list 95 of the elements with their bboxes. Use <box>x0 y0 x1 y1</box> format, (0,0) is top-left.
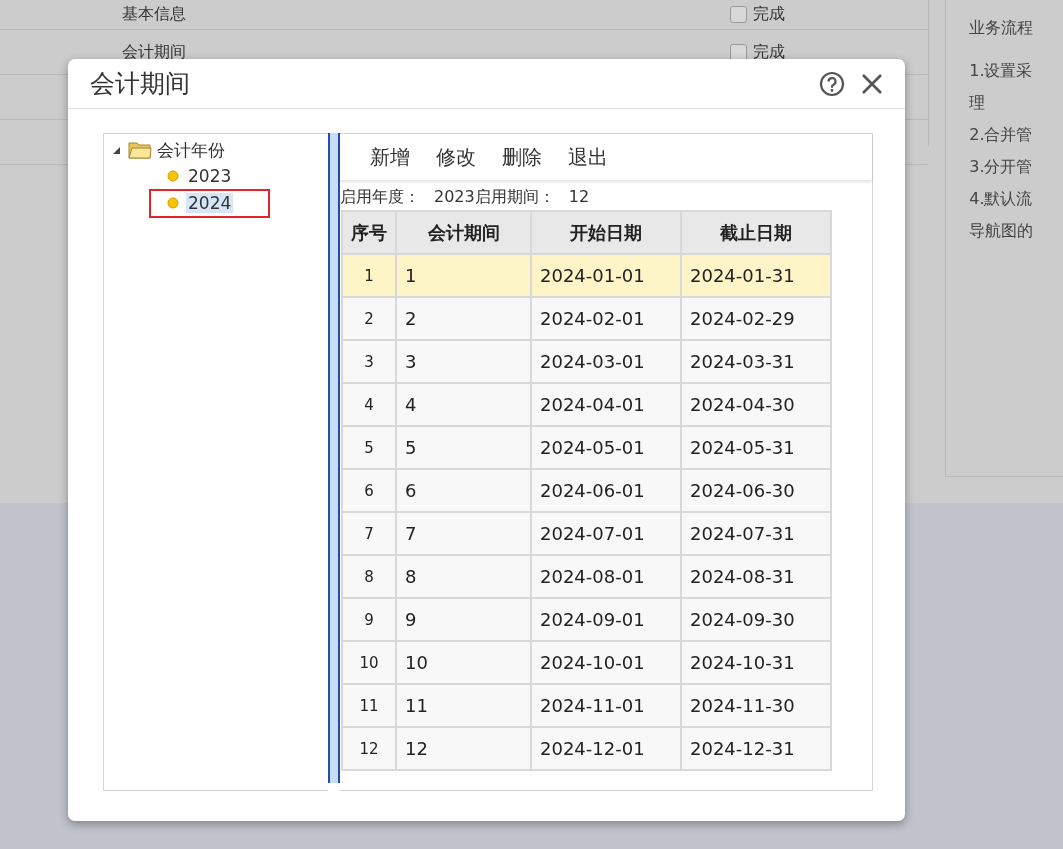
table-cell: 5 <box>342 426 396 469</box>
table-cell: 6 <box>396 469 531 512</box>
table-cell: 2024-03-01 <box>531 340 681 383</box>
table-cell: 2024-04-30 <box>681 383 831 426</box>
tree-item[interactable]: 2024 <box>186 192 234 213</box>
checkbox[interactable] <box>730 6 747 23</box>
toolbar-button[interactable]: 退出 <box>558 141 618 173</box>
table-cell: 7 <box>396 512 531 555</box>
table-cell: 2024-01-31 <box>681 254 831 297</box>
table-cell: 9 <box>342 598 396 641</box>
table-cell: 3 <box>342 340 396 383</box>
folder-icon <box>128 140 152 160</box>
leaf-dot-icon <box>167 169 179 182</box>
table-cell: 2024-10-01 <box>531 641 681 684</box>
table-row[interactable]: 1 1 2024-01-01 2024-01-31 <box>342 254 831 297</box>
close-icon[interactable] <box>861 72 883 95</box>
table-cell: 2024-06-01 <box>531 469 681 512</box>
table-row[interactable]: 8 8 2024-08-01 2024-08-31 <box>342 555 831 598</box>
table-row[interactable]: 11 11 2024-11-01 2024-11-30 <box>342 684 831 727</box>
table-cell: 2024-03-31 <box>681 340 831 383</box>
table-cell: 2024-05-01 <box>531 426 681 469</box>
table-cell: 2024-07-01 <box>531 512 681 555</box>
dialog-title: 会计期间 <box>90 68 191 100</box>
column-header: 会计期间 <box>396 211 531 254</box>
tree-item[interactable]: 会计年份 <box>157 138 225 162</box>
table-cell: 2024-08-01 <box>531 555 681 598</box>
table-cell: 2024-08-31 <box>681 555 831 598</box>
table-cell: 2024-06-30 <box>681 469 831 512</box>
checkbox-label: 完成 <box>753 41 785 63</box>
table-row[interactable]: 6 6 2024-06-01 2024-06-30 <box>342 469 831 512</box>
toolbar-button[interactable]: 删除 <box>492 141 552 173</box>
side-panel-text: 导航图的 <box>969 220 1035 242</box>
table-cell: 10 <box>342 641 396 684</box>
tree-item[interactable]: 2023 <box>186 165 234 186</box>
table-cell: 2024-11-30 <box>681 684 831 727</box>
expander-icon[interactable] <box>112 145 121 155</box>
toolbar-button[interactable]: 新增 <box>360 141 420 173</box>
table-cell: 1 <box>342 254 396 297</box>
table-cell: 1 <box>396 254 531 297</box>
side-panel-text: 3.分开管 <box>969 156 1034 178</box>
leaf-dot-icon <box>167 196 179 209</box>
table-cell: 4 <box>396 383 531 426</box>
table-cell: 2 <box>342 297 396 340</box>
table-cell: 2024-02-01 <box>531 297 681 340</box>
table-cell: 5 <box>396 426 531 469</box>
table-cell: 9 <box>396 598 531 641</box>
table-cell: 2024-10-31 <box>681 641 831 684</box>
table-cell: 2024-09-30 <box>681 598 831 641</box>
table-cell: 8 <box>396 555 531 598</box>
table-cell: 2024-02-29 <box>681 297 831 340</box>
side-panel-title: 业务流程 <box>969 18 1035 39</box>
step-label: 基本信息 <box>122 4 187 25</box>
table-row[interactable]: 3 3 2024-03-01 2024-03-31 <box>342 340 831 383</box>
step-label: 会计期间 <box>122 41 187 63</box>
table-row[interactable]: 10 10 2024-10-01 2024-10-31 <box>342 641 831 684</box>
table-cell: 2024-04-01 <box>531 383 681 426</box>
table-cell: 2024-09-01 <box>531 598 681 641</box>
splitter[interactable] <box>328 133 340 783</box>
checkbox-label: 完成 <box>753 4 785 25</box>
column-header: 开始日期 <box>531 211 681 254</box>
table-cell: 2024-12-31 <box>681 727 831 770</box>
table-cell: 2024-05-31 <box>681 426 831 469</box>
table-cell: 4 <box>342 383 396 426</box>
table-cell: 2024-11-01 <box>531 684 681 727</box>
table-row[interactable]: 7 7 2024-07-01 2024-07-31 <box>342 512 831 555</box>
table-row[interactable]: 5 5 2024-05-01 2024-05-31 <box>342 426 831 469</box>
table-row[interactable]: 9 9 2024-09-01 2024-09-30 <box>342 598 831 641</box>
side-panel-text: 1.设置采 <box>969 60 1034 82</box>
table-row[interactable]: 12 12 2024-12-01 2024-12-31 <box>342 727 831 770</box>
toolbar-button[interactable]: 修改 <box>426 141 486 173</box>
table-cell: 10 <box>396 641 531 684</box>
table-cell: 12 <box>342 727 396 770</box>
table-cell: 2024-12-01 <box>531 727 681 770</box>
table-cell: 11 <box>342 684 396 727</box>
column-header: 截止日期 <box>681 211 831 254</box>
info-label: 启用年度： <box>340 187 420 208</box>
table-cell: 2024-01-01 <box>531 254 681 297</box>
table-cell: 2 <box>396 297 531 340</box>
table-cell: 11 <box>396 684 531 727</box>
table-cell: 2024-07-31 <box>681 512 831 555</box>
table-cell: 3 <box>396 340 531 383</box>
info-label: 启用期间： <box>474 187 555 208</box>
side-panel-text: 2.合并管 <box>969 124 1034 146</box>
side-panel-text: 理 <box>969 92 987 114</box>
info-value: 2023 <box>434 187 475 208</box>
table-cell: 12 <box>396 727 531 770</box>
table-cell: 7 <box>342 512 396 555</box>
table-row[interactable]: 4 4 2024-04-01 2024-04-30 <box>342 383 831 426</box>
column-header: 序号 <box>342 211 396 254</box>
table-cell: 6 <box>342 469 396 512</box>
table-row[interactable]: 2 2 2024-02-01 2024-02-29 <box>342 297 831 340</box>
help-icon[interactable] <box>819 70 845 97</box>
table-cell: 8 <box>342 555 396 598</box>
info-value: 12 <box>568 187 590 208</box>
side-panel-text: 4.默认流 <box>969 188 1034 210</box>
